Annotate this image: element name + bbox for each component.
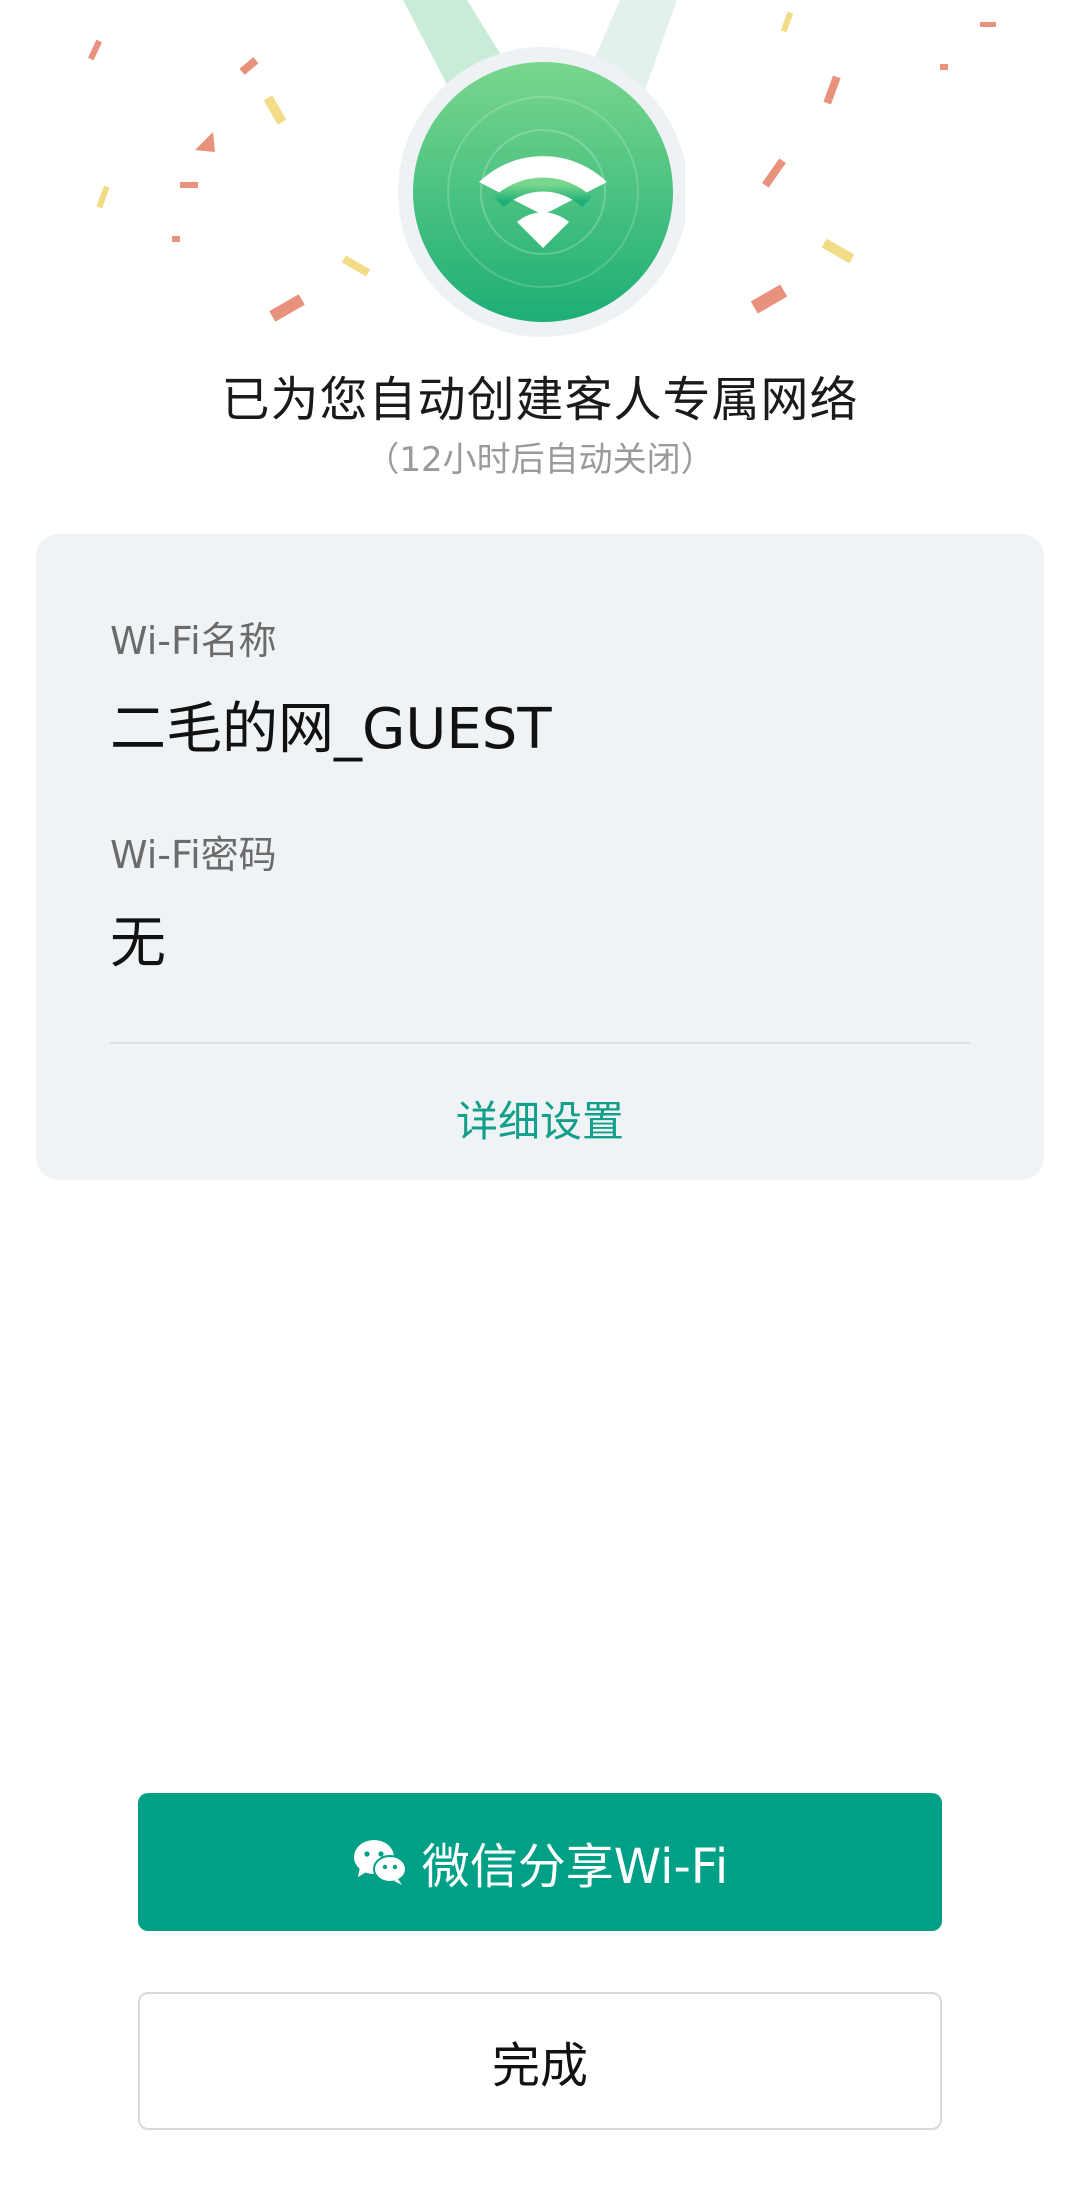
card-divider: [110, 1042, 970, 1044]
hero-section: 已为您自动创建客人专属网络 （12小时后自动关闭）: [0, 0, 1080, 480]
done-button[interactable]: 完成: [138, 1992, 942, 2130]
done-label: 完成: [491, 2038, 588, 2094]
wechat-share-label: 微信分享Wi-Fi: [421, 1839, 729, 1895]
detail-settings-link[interactable]: 详细设置: [36, 1088, 1044, 1149]
wifi-info-card: Wi-Fi名称 二毛的网_GUEST Wi-Fi密码 无 详细设置: [36, 534, 1044, 1180]
wifi-name-value: 二毛的网_GUEST: [110, 697, 552, 762]
wechat-share-button[interactable]: 微信分享Wi-Fi: [138, 1793, 942, 1931]
wifi-password-value: 无: [110, 911, 166, 976]
wifi-medal-icon: [398, 0, 685, 337]
wechat-icon: [353, 1840, 407, 1885]
wifi-password-label: Wi-Fi密码: [110, 833, 277, 877]
page-subtitle: （12小时后自动关闭）: [365, 440, 715, 480]
page-title: 已为您自动创建客人专属网络: [221, 372, 859, 428]
wifi-name-label: Wi-Fi名称: [110, 619, 277, 663]
